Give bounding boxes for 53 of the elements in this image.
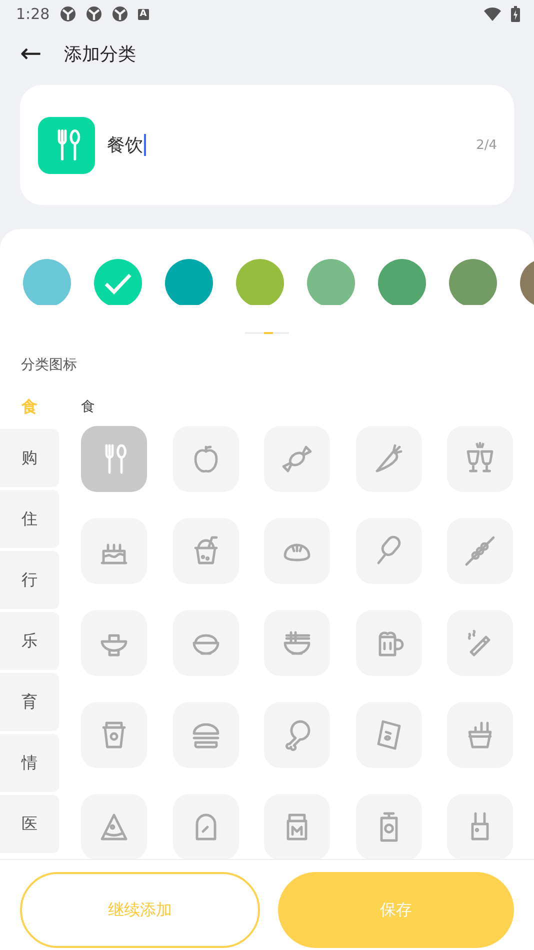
color-swatch[interactable] — [378, 259, 426, 306]
icon-option[interactable] — [172, 518, 238, 584]
icon-option[interactable] — [447, 702, 513, 768]
icon-option[interactable] — [356, 426, 422, 492]
section-label: 分类图标 — [21, 356, 78, 374]
icon-option[interactable] — [447, 518, 513, 584]
group-title: 食 — [81, 398, 96, 417]
icon-option[interactable] — [356, 610, 422, 676]
color-swatch[interactable] — [23, 259, 71, 306]
icon-option[interactable] — [172, 610, 238, 676]
category-tab[interactable]: 情 — [0, 734, 59, 792]
battery-icon — [511, 6, 520, 22]
icon-option[interactable] — [81, 610, 147, 676]
icon-option[interactable] — [81, 518, 147, 584]
notification-icon: A — [138, 8, 149, 20]
icon-option[interactable] — [447, 610, 513, 676]
clock: 1:28 — [16, 5, 50, 23]
icon-option[interactable] — [264, 794, 330, 860]
category-tab[interactable]: 行 — [0, 551, 59, 609]
icon-option[interactable] — [81, 426, 147, 492]
wifi-icon — [484, 7, 501, 21]
category-tab[interactable]: 住 — [0, 490, 59, 548]
color-swatch[interactable] — [449, 259, 497, 306]
icon-option[interactable] — [356, 794, 422, 860]
icon-option[interactable] — [356, 702, 422, 768]
category-tab[interactable]: 乐 — [0, 612, 59, 670]
icon-option[interactable] — [81, 794, 147, 860]
character-counter: 2/4 — [476, 138, 497, 152]
color-swatch[interactable] — [307, 259, 355, 306]
category-tab[interactable]: 购 — [0, 429, 59, 487]
icon-option[interactable] — [447, 426, 513, 492]
icon-option[interactable] — [264, 702, 330, 768]
check-icon — [103, 271, 133, 295]
app-notification-icon — [112, 6, 128, 22]
icon-option[interactable] — [356, 518, 422, 584]
icon-option[interactable] — [264, 610, 330, 676]
icon-option[interactable] — [264, 518, 330, 584]
icon-option[interactable] — [264, 426, 330, 492]
category-tab[interactable]: 医 — [0, 795, 59, 853]
page-title: 添加分类 — [64, 43, 136, 66]
icon-option[interactable] — [172, 426, 238, 492]
icon-option[interactable] — [81, 702, 147, 768]
app-notification-icon — [60, 6, 76, 22]
name-input-field[interactable]: 餐饮 — [107, 133, 143, 157]
app-notification-icon — [86, 6, 102, 22]
color-swatch[interactable] — [94, 259, 142, 306]
icon-option[interactable] — [172, 794, 238, 860]
icon-option[interactable] — [447, 794, 513, 860]
back-button[interactable]: ← — [20, 41, 42, 67]
icon-option[interactable] — [172, 702, 238, 768]
color-swatch[interactable] — [236, 259, 284, 306]
color-swatch[interactable] — [165, 259, 213, 306]
category-tab[interactable]: 育 — [0, 673, 59, 731]
